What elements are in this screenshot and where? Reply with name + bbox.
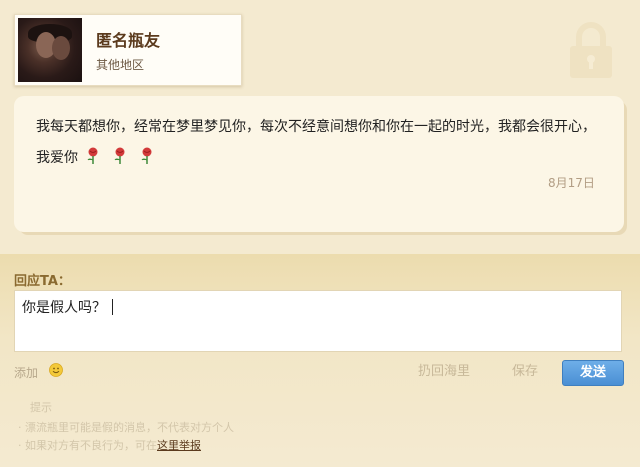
sender-profile-card[interactable]: 匿名瓶友 其他地区: [14, 14, 242, 86]
reply-input[interactable]: 你是假人吗？: [22, 297, 113, 317]
text-cursor: [112, 299, 113, 315]
reply-input-box[interactable]: 你是假人吗？: [14, 290, 622, 352]
tips-title: 提示: [30, 401, 52, 414]
tip-line-1: · 漂流瓶里可能是假的消息，不代表对方个人: [18, 421, 234, 434]
rose-icon: [114, 147, 125, 164]
message-date: 8月17日: [548, 176, 595, 190]
smiley-icon[interactable]: [49, 363, 63, 377]
send-button[interactable]: 发送: [562, 360, 624, 386]
message-body: 我每天都想你，经常在梦里梦见你，每次不经意间想你和你在一起的时光，我都会很开心，…: [36, 112, 596, 174]
add-attachment-label[interactable]: 添加: [14, 364, 38, 381]
reply-label: 回应TA：: [14, 274, 71, 289]
throw-back-button[interactable]: 扔回海里: [418, 360, 470, 379]
tip-line-2: · 如果对方有不良行为，可在这里举报: [18, 437, 201, 453]
rose-icon: [87, 147, 98, 164]
reply-input-value: 你是假人吗？: [22, 300, 106, 316]
avatar[interactable]: [18, 18, 82, 82]
message-card: 我每天都想你，经常在梦里梦见你，每次不经意间想你和你在一起的时光，我都会很开心，…: [14, 96, 624, 232]
sender-name: 匿名瓶友: [96, 31, 161, 50]
rose-icon: [141, 147, 152, 164]
save-button[interactable]: 保存: [512, 360, 538, 379]
lock-icon: [570, 22, 612, 78]
report-link[interactable]: 这里举报: [157, 439, 201, 452]
tip-line-2-text: · 如果对方有不良行为，可在: [18, 439, 157, 452]
sender-region: 其他地区: [96, 58, 145, 72]
reply-area: [0, 254, 640, 467]
